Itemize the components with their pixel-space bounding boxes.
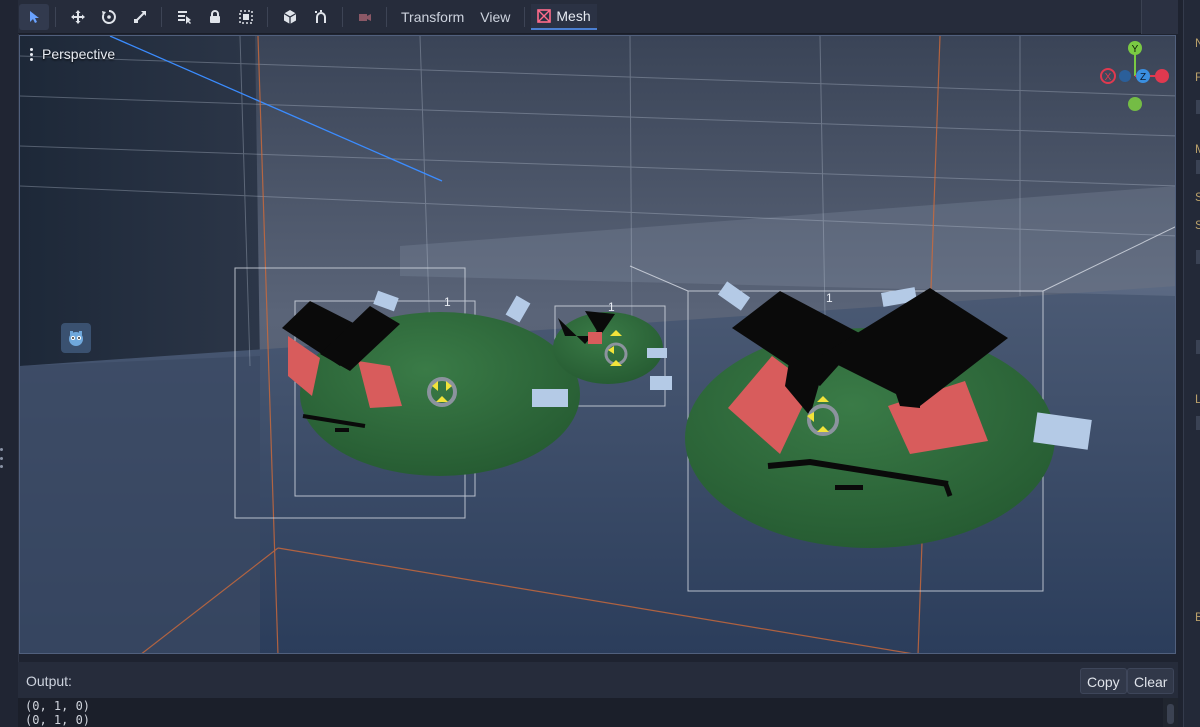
scale-tool-button[interactable] [125, 4, 155, 30]
toolbar-separator [386, 6, 387, 27]
local-space-button[interactable] [275, 4, 305, 30]
toolbar-separator [267, 6, 268, 27]
perspective-label: Perspective [42, 46, 116, 62]
mesh-menu[interactable]: Mesh [531, 3, 597, 30]
gizmo-y-label: Y [1132, 44, 1139, 55]
select-arrow-icon [26, 9, 42, 25]
log-line: (0, 1, 0) [25, 713, 91, 727]
inspector-label: F [1195, 70, 1200, 84]
inspector-field[interactable] [1196, 100, 1200, 114]
list-select-button[interactable] [169, 4, 199, 30]
inspector-label: N [1195, 36, 1200, 50]
snap-button[interactable] [306, 4, 336, 30]
copy-button[interactable]: Copy [1080, 668, 1127, 694]
perspective-menu[interactable]: Perspective [30, 46, 115, 62]
group-button[interactable] [231, 4, 261, 30]
gizmo-x-label: X [1105, 72, 1112, 83]
left-dock-strip [0, 0, 19, 727]
inspector-label: S [1195, 218, 1200, 232]
inspector-panel-edge: N F M S S L B [1183, 0, 1200, 727]
rotate-tool-button[interactable] [94, 4, 124, 30]
scene-render: 1 1 1 [20, 36, 1175, 653]
orientation-gizmo[interactable]: Y X Z [1100, 38, 1176, 118]
toolbar-separator [55, 6, 56, 27]
clear-button[interactable]: Clear [1127, 668, 1175, 694]
output-header: Output: Copy Clear [18, 662, 1178, 698]
mesh-menu-label: Mesh [556, 7, 591, 24]
gizmo-x [1155, 69, 1169, 83]
select-tool-button[interactable] [19, 3, 49, 30]
gizmo-neg-z [1119, 70, 1131, 82]
lock-button[interactable] [200, 4, 230, 30]
overlay-label: 1 [826, 291, 833, 305]
camera-preview-button[interactable] [350, 4, 380, 30]
list-select-icon [176, 9, 192, 25]
inspector-field[interactable] [1196, 250, 1200, 264]
toolbar-separator [342, 6, 343, 27]
local-space-icon [282, 9, 298, 25]
toolbar-separator [161, 6, 162, 27]
output-scrollbar[interactable] [1163, 698, 1178, 727]
inspector-label: M [1195, 142, 1200, 156]
group-icon [238, 9, 254, 25]
lock-icon [207, 9, 223, 25]
gizmo-z-label: Z [1140, 72, 1146, 83]
move-icon [70, 9, 86, 25]
camera-preview-icon [357, 9, 373, 25]
toolbar-overflow-area [1141, 0, 1178, 34]
inspector-label: L [1195, 392, 1200, 406]
toolbar-separator [524, 6, 526, 27]
overlay-label: 1 [444, 295, 451, 309]
output-log[interactable]: (0, 1, 0) (0, 1, 0) [18, 698, 1163, 727]
view-menu[interactable]: View [472, 4, 518, 30]
viewport-toolbar: Transform View Mesh [18, 0, 1178, 34]
overlay-label: 1 [608, 300, 615, 314]
3d-viewport[interactable]: 1 1 1 Perspective Y X Z [19, 35, 1176, 654]
inspector-field[interactable] [1196, 340, 1200, 354]
scale-icon [132, 9, 148, 25]
output-panel: Output: Copy Clear (0, 1, 0) (0, 1, 0) [18, 662, 1178, 727]
mesh-icon [537, 8, 552, 23]
rotate-icon [101, 9, 117, 25]
godot-node-icon[interactable] [61, 323, 91, 353]
log-line: (0, 1, 0) [25, 699, 91, 713]
kebab-menu-icon [30, 47, 33, 62]
snap-icon [313, 9, 329, 25]
inspector-label: S [1195, 190, 1200, 204]
inspector-field[interactable] [1196, 416, 1200, 430]
transform-menu[interactable]: Transform [393, 4, 472, 30]
dock-resize-handle[interactable] [0, 448, 6, 468]
gizmo-neg-y [1128, 97, 1142, 111]
inspector-label: B [1195, 610, 1200, 624]
output-title: Output: [26, 673, 72, 689]
move-tool-button[interactable] [63, 4, 93, 30]
inspector-field[interactable] [1196, 160, 1200, 174]
